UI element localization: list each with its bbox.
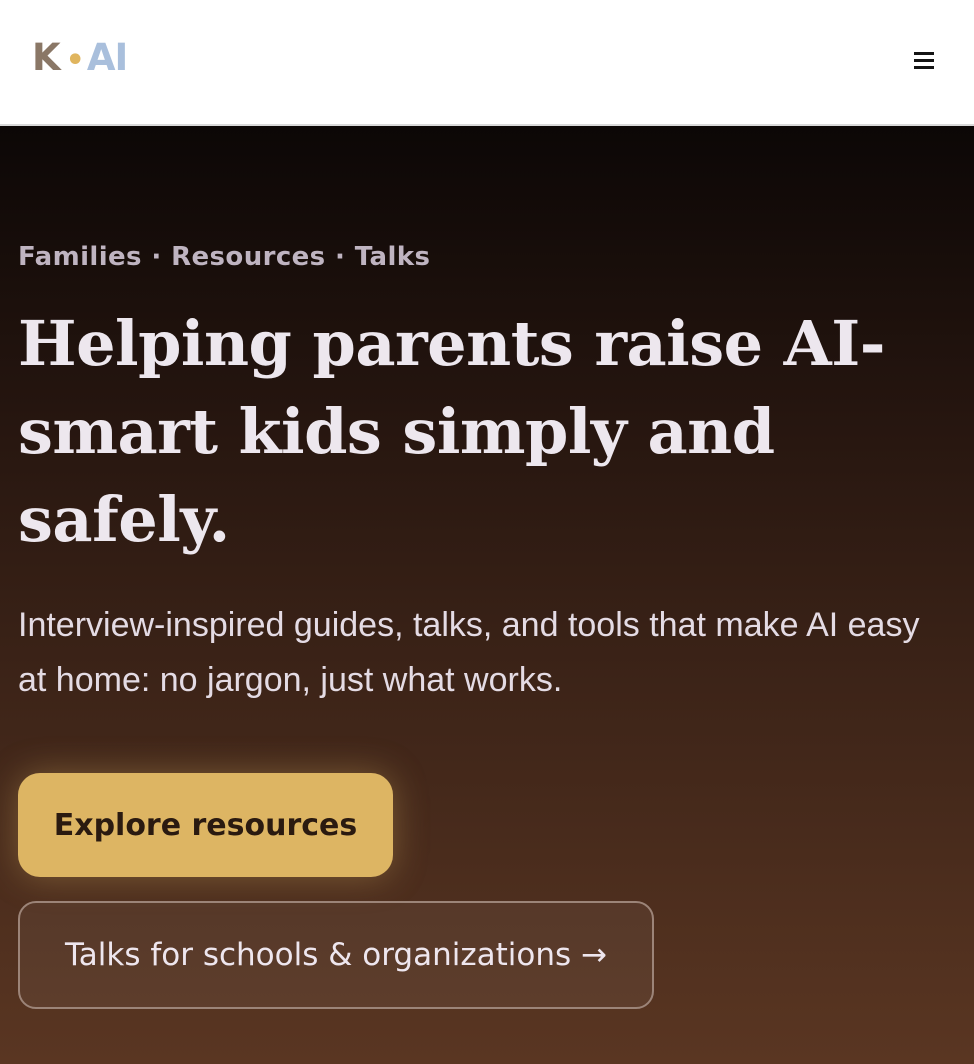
menu-bar bbox=[914, 52, 934, 55]
hamburger-menu-icon[interactable] bbox=[914, 52, 934, 72]
hero-section: Families · Resources · Talks Helping par… bbox=[0, 126, 974, 1064]
hero-headline: Helping parents raise AI-smart kids simp… bbox=[18, 307, 886, 556]
explore-resources-button[interactable]: Explore resources bbox=[18, 773, 393, 877]
logo-letter-k: K bbox=[32, 36, 61, 79]
logo-dot: • bbox=[65, 43, 85, 78]
hero-subtext: Interview-inspired guides, talks, and to… bbox=[18, 606, 920, 699]
logo-letters-ai: AI bbox=[86, 36, 128, 79]
talks-for-schools-button[interactable]: Talks for schools & organizations → bbox=[18, 901, 654, 1009]
menu-bar bbox=[914, 66, 934, 69]
logo[interactable]: K •AI bbox=[32, 36, 128, 83]
menu-bar bbox=[914, 59, 934, 62]
site-header: K •AI bbox=[0, 0, 974, 126]
hero-eyebrow: Families · Resources · Talks bbox=[18, 242, 431, 272]
